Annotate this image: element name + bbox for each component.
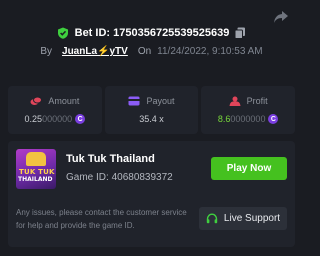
thumbnail-title-line2: THAILAND (18, 176, 53, 183)
by-label: By (40, 46, 53, 57)
live-support-button[interactable]: Live Support (199, 207, 287, 230)
stat-profit: Profit 8.60000000 C (201, 86, 296, 134)
payout-card-icon (128, 96, 140, 106)
coin-icon: C (75, 114, 86, 124)
tuk-tuk-graphic (26, 152, 46, 166)
amount-value-padding: 000000 (42, 114, 73, 124)
bet-stats: Amount 0.25000000 C Payout 35.4 x Profit (8, 86, 296, 134)
game-name: Tuk Tuk Thailand (66, 153, 155, 165)
game-card: TUK TUK THAILAND Tuk Tuk Thailand Game I… (8, 141, 295, 247)
profit-label: Profit (246, 96, 268, 106)
stat-payout: Payout 35.4 x (104, 86, 199, 134)
payout-label: Payout (146, 96, 175, 106)
headset-icon (206, 212, 218, 223)
bet-id-row: Bet ID: 1750356725539525639 (0, 27, 303, 39)
live-support-label: Live Support (223, 213, 281, 224)
username-link[interactable]: JuanLa⚡yTV (62, 46, 128, 57)
payout-value: 35.4 x (139, 114, 164, 124)
verified-shield-icon (57, 27, 68, 39)
amount-value: 0.25 (24, 114, 43, 124)
support-help-text: Any issues, please contact the customer … (16, 208, 187, 230)
bet-author-row: By JuanLa⚡yTV On 11/24/2022, 9:10:53 AM (0, 46, 303, 57)
thumbnail-title-line1: TUK TUK (19, 168, 55, 176)
game-thumbnail[interactable]: TUK TUK THAILAND (16, 149, 56, 189)
copy-icon[interactable] (234, 27, 246, 39)
bet-id: Bet ID: 1750356725539525639 (74, 27, 230, 39)
play-now-button[interactable]: Play Now (211, 157, 287, 180)
share-icon[interactable] (273, 10, 289, 24)
game-id: Game ID: 40680839372 (66, 172, 173, 183)
coins-icon (30, 96, 43, 105)
amount-label: Amount (48, 96, 80, 106)
profit-value: 8.6 (217, 114, 231, 124)
stat-amount: Amount 0.25000000 C (8, 86, 102, 134)
bet-datetime: 11/24/2022, 9:10:53 AM (157, 46, 263, 57)
profit-icon (229, 96, 241, 106)
coin-icon: C (268, 114, 279, 124)
profit-value-padding: 0000000 (230, 114, 266, 124)
on-label: On (137, 46, 152, 57)
